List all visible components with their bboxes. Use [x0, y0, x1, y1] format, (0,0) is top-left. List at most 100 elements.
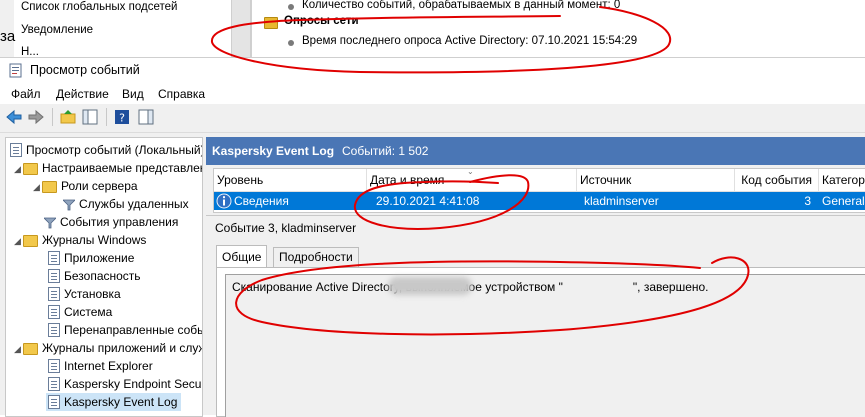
tab-general[interactable]: Общие: [216, 245, 268, 268]
tree-item-label: Службы удаленных: [79, 197, 189, 211]
log-header-count: Событий: 1 502: [342, 144, 429, 158]
up-folder-icon[interactable]: [60, 109, 76, 125]
background-splitter: [231, 0, 251, 57]
column-header-level[interactable]: Уровень: [214, 169, 367, 191]
redaction-blur: [388, 277, 472, 295]
tree-item-app-service-logs[interactable]: ◢ Журналы приложений и служб: [12, 339, 203, 358]
tree-item-system[interactable]: Система: [48, 303, 112, 321]
tree-item-kaspersky-event-log[interactable]: Kaspersky Event Log: [46, 393, 182, 411]
event-message-box: Сканирование Active Directory, выполняем…: [225, 274, 865, 417]
tree-item-label: Журналы приложений и служб: [42, 341, 203, 355]
column-header-source[interactable]: Источник: [577, 169, 735, 191]
folder-icon: [23, 343, 38, 355]
folder-icon: [42, 181, 57, 193]
tree-item-custom-views[interactable]: ◢ Настраиваемые представления: [12, 159, 203, 178]
tree-item-label: Система: [64, 305, 113, 319]
tree-item-setup[interactable]: Установка: [48, 285, 121, 303]
tree-item-label: Kaspersky Event Log: [64, 395, 178, 409]
info-icon: [216, 193, 232, 209]
chevron-down-icon[interactable]: ◢: [12, 340, 23, 358]
menu-bar: Файл Действие Вид Справка: [0, 84, 865, 104]
log-icon: [48, 395, 60, 409]
menu-view[interactable]: Вид: [122, 87, 144, 101]
cell-level: Сведения: [234, 194, 289, 208]
filter-icon: [63, 199, 75, 211]
chevron-down-icon[interactable]: ◢: [12, 160, 23, 178]
background-list-item[interactable]: Список глобальных подсетей: [21, 1, 177, 13]
menu-file[interactable]: Файл: [11, 87, 41, 101]
event-message-end: ", завершено.: [632, 280, 709, 294]
show-hide-tree-icon[interactable]: [82, 109, 98, 125]
tree-item-kaspersky-endpoint-security[interactable]: Kaspersky Endpoint Security: [48, 375, 203, 393]
tree-item-admin-events[interactable]: События управления: [44, 213, 178, 231]
log-icon: [48, 287, 60, 301]
tree-item-server-roles[interactable]: ◢ Роли сервера: [31, 177, 138, 195]
column-header-event-id[interactable]: Код события: [735, 169, 819, 191]
tree-item-application[interactable]: Приложение: [48, 249, 134, 267]
log-header: Kaspersky Event Log Событий: 1 502: [206, 137, 865, 165]
folder-icon: [23, 163, 38, 175]
navigation-tree: Просмотр событий (Локальный) ◢ Настраивае…: [5, 137, 203, 417]
log-icon: [48, 323, 60, 337]
bullet-icon: [288, 4, 294, 10]
tree-item-label: События управления: [60, 215, 179, 229]
tree-item-label: Перенаправленные события: [64, 323, 202, 337]
chevron-down-icon[interactable]: ◢: [12, 232, 23, 250]
tree-item-label: Просмотр событий (Локальный): [26, 143, 203, 157]
tree-item-label: Установка: [64, 287, 121, 301]
forward-arrow-icon[interactable]: [28, 109, 44, 125]
svg-text:?: ?: [119, 112, 125, 125]
log-header-name: Kaspersky Event Log: [212, 144, 335, 158]
log-icon: [48, 305, 60, 319]
tree-item-label: Internet Explorer: [64, 359, 153, 373]
event-viewer-icon: [9, 63, 22, 78]
tree-item-label: Роли сервера: [61, 179, 138, 193]
tree-item-label: Kaspersky Endpoint Security: [64, 377, 203, 391]
background-list-item[interactable]: Уведомление: [21, 24, 93, 36]
tree-item-label: Журналы Windows: [42, 233, 147, 247]
menu-action[interactable]: Действие: [56, 87, 109, 101]
column-header-category[interactable]: Категория: [819, 169, 865, 191]
events-list: Уровень Дата и время ⌄ Источник Код собы…: [213, 168, 865, 213]
log-icon: [48, 377, 60, 391]
tree-item-security[interactable]: Безопасность: [48, 267, 141, 285]
tree-item-forwarded-events[interactable]: Перенаправленные события: [48, 321, 202, 339]
sort-indicator-icon: ⌄: [467, 168, 474, 176]
toolbar: ?: [0, 104, 865, 133]
tree-item-remote-services[interactable]: Службы удаленных: [63, 195, 189, 213]
tree-item-label: Приложение: [64, 251, 135, 265]
results-pane: Kaspersky Event Log Событий: 1 502 Урове…: [206, 137, 865, 417]
background-side-text: за: [0, 28, 16, 45]
back-arrow-icon[interactable]: [6, 109, 22, 125]
tree-item-label: Настраиваемые представления: [42, 161, 203, 175]
background-section-title: Опросы сети: [284, 15, 359, 27]
chevron-down-icon[interactable]: ◢: [31, 178, 42, 196]
log-icon: [48, 251, 60, 265]
folder-icon: [264, 17, 278, 29]
background-window: Список глобальных подсетей Уведомление Н…: [0, 0, 865, 57]
event-viewer-icon: [10, 143, 22, 157]
log-icon: [48, 269, 60, 283]
background-list-item[interactable]: Н...: [21, 46, 39, 57]
pane-splitter[interactable]: [206, 215, 865, 216]
bullet-icon: [288, 40, 294, 46]
cell-datetime: 29.10.2021 4:41:08: [376, 194, 480, 208]
toolbar-separator: [106, 108, 107, 126]
title-bar[interactable]: Просмотр событий: [0, 58, 865, 84]
background-partial-line: Количество событий, обрабатываемых в дан…: [302, 0, 621, 11]
menu-help[interactable]: Справка: [158, 87, 205, 101]
tab-details[interactable]: Подробности: [273, 247, 359, 267]
event-viewer-window: Просмотр событий Файл Действие Вид Справ…: [0, 57, 865, 417]
tree-item-windows-logs[interactable]: ◢ Журналы Windows: [12, 231, 146, 249]
show-hide-action-pane-icon[interactable]: [138, 109, 154, 125]
cell-event-id: 3: [804, 194, 811, 208]
help-icon[interactable]: ?: [114, 109, 130, 125]
filter-icon: [44, 217, 56, 229]
tree-item-internet-explorer[interactable]: Internet Explorer: [48, 357, 153, 375]
toolbar-separator: [52, 108, 53, 126]
table-row[interactable]: Сведения 29.10.2021 4:41:08 kladminserve…: [214, 192, 865, 210]
tree-item-root[interactable]: Просмотр событий (Локальный): [10, 141, 203, 159]
event-detail-title: Событие 3, kladminserver: [215, 221, 357, 235]
window-title: Просмотр событий: [30, 63, 140, 77]
background-section-line: Время последнего опроса Active Directory…: [302, 35, 638, 47]
